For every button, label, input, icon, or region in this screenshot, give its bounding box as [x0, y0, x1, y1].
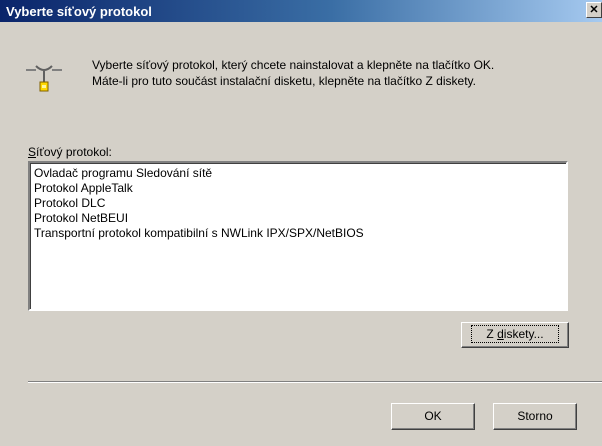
window-title: Vyberte síťový protokol [6, 4, 152, 19]
from-disk-label-post: iskety... [503, 327, 544, 341]
protocol-listbox[interactable]: Ovladač programu Sledování sítě Protokol… [28, 161, 568, 311]
from-disk-label-hotkey: d [497, 327, 504, 341]
list-item[interactable]: Protokol DLC [34, 196, 566, 211]
description-line-2: Máte-li pro tuto součást instalační disk… [92, 74, 476, 88]
title-bar: Vyberte síťový protokol ✕ [0, 0, 602, 22]
ok-button[interactable]: OK [391, 403, 475, 430]
separator [28, 381, 602, 383]
close-icon: ✕ [589, 4, 599, 16]
from-disk-button[interactable]: Z diskety... [461, 322, 569, 348]
close-button[interactable]: ✕ [586, 2, 602, 18]
list-item[interactable]: Ovladač programu Sledování sítě [34, 166, 566, 181]
protocol-list-label-hotkey: S [28, 145, 37, 159]
network-protocol-icon [26, 65, 62, 92]
list-item[interactable]: Transportní protokol kompatibilní s NWLi… [34, 226, 566, 241]
protocol-list-label: Síťový protokol: [28, 145, 112, 159]
from-disk-label-pre: Z [486, 327, 498, 341]
protocol-list-label-text: íťový protokol: [36, 145, 112, 159]
from-disk-label: Z diskety... [471, 325, 559, 343]
description: Vyberte síťový protokol, který chcete na… [92, 57, 592, 89]
list-item[interactable]: Protokol AppleTalk [34, 181, 566, 196]
description-line-1: Vyberte síťový protokol, který chcete na… [92, 58, 495, 72]
cancel-button[interactable]: Storno [493, 403, 577, 430]
list-item[interactable]: Protokol NetBEUI [34, 211, 566, 226]
